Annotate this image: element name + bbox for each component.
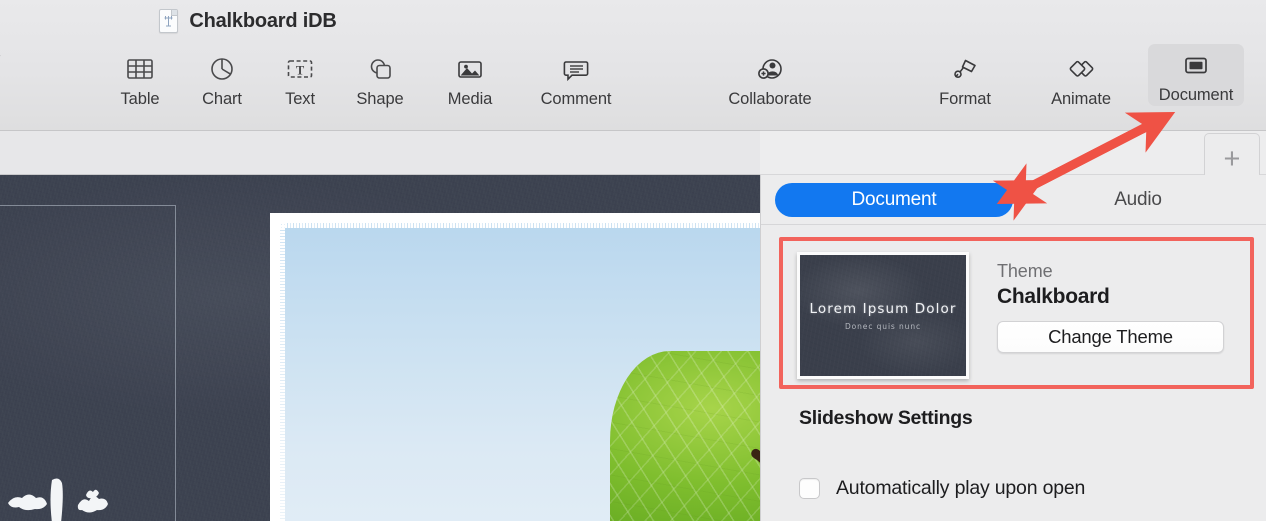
toolbar-item-collaborate[interactable]: Collaborate bbox=[722, 44, 818, 109]
toolbar-item-animate[interactable]: Animate bbox=[1033, 44, 1129, 109]
toolbar-item-document[interactable]: Document bbox=[1148, 44, 1244, 106]
change-theme-button[interactable]: Change Theme bbox=[997, 321, 1224, 353]
theme-section: Lorem Ipsum Dolor Donec quis nunc Theme … bbox=[779, 237, 1254, 389]
svg-text:T: T bbox=[296, 64, 305, 78]
theme-thumbnail-title: Lorem Ipsum Dolor bbox=[809, 300, 957, 317]
theme-thumbnail[interactable]: Lorem Ipsum Dolor Donec quis nunc bbox=[797, 252, 969, 379]
theme-info: Theme Chalkboard Change Theme bbox=[997, 261, 1237, 353]
toolbar-item-label: Collaborate bbox=[728, 90, 812, 108]
toolbar-item-label: Text bbox=[285, 90, 315, 108]
toolbar-item-label: Animate bbox=[1051, 90, 1111, 108]
torn-edge-left bbox=[276, 213, 285, 521]
panel-header-strip bbox=[760, 131, 1266, 175]
toolbar-item-label: Media bbox=[447, 90, 493, 108]
toolbar: Chalkboard iDB ow bbox=[0, 0, 1266, 156]
auto-play-row[interactable]: Automatically play upon open bbox=[799, 477, 1085, 500]
toolbar-item-label: Format bbox=[939, 90, 991, 108]
table-icon bbox=[125, 51, 155, 83]
animate-diamonds-icon bbox=[1066, 51, 1096, 83]
slide-photo[interactable] bbox=[270, 213, 760, 521]
paintbrush-icon bbox=[950, 51, 980, 83]
media-image-icon bbox=[455, 51, 485, 83]
title-bar: Chalkboard iDB bbox=[0, 0, 1266, 42]
toolbar-item-label: Chart bbox=[202, 90, 242, 108]
pie-chart-icon bbox=[207, 51, 237, 83]
slide-canvas[interactable] bbox=[0, 175, 760, 521]
slideshow-settings-title: Slideshow Settings bbox=[799, 407, 973, 429]
keynote-window: Chalkboard iDB ow bbox=[0, 0, 1266, 521]
slide-navigator-strip bbox=[0, 131, 760, 175]
toolbar-icon-row: ow Table bbox=[0, 44, 1266, 124]
toolbar-item-label: Shape bbox=[356, 90, 404, 108]
tab-audio[interactable]: Audio bbox=[1019, 183, 1257, 217]
caterpillar-image bbox=[698, 411, 760, 521]
toolbar-item-format[interactable]: Format bbox=[917, 44, 1013, 109]
toolbar-item-label: Document bbox=[1158, 86, 1234, 104]
collaborate-person-icon bbox=[755, 51, 785, 83]
keynote-document-icon bbox=[159, 9, 179, 33]
toolbar-item-comment[interactable]: Comment bbox=[528, 44, 624, 109]
window-title: Chalkboard iDB bbox=[189, 9, 337, 32]
toolbar-item-label: Table bbox=[120, 90, 160, 108]
comment-bubble-icon bbox=[561, 51, 591, 83]
torn-edge-top bbox=[270, 219, 760, 228]
toolbar-item-label: Comment bbox=[540, 90, 612, 108]
toolbar-item-shape[interactable]: Shape bbox=[332, 44, 428, 109]
document-panel-icon bbox=[1181, 51, 1211, 79]
tab-document[interactable]: Document bbox=[775, 182, 1013, 217]
chalk-drawing bbox=[0, 455, 150, 521]
toolbar-item-clipped[interactable]: ow bbox=[0, 44, 38, 69]
panel-tab-bar: Document Audio bbox=[761, 175, 1266, 225]
auto-play-checkbox[interactable] bbox=[799, 478, 820, 499]
theme-thumbnail-subtitle: Donec quis nunc bbox=[844, 321, 921, 331]
photo-content bbox=[280, 223, 760, 521]
theme-name: Chalkboard bbox=[997, 285, 1110, 308]
inspector-panel: Document Audio Lorem Ipsum Dolor Donec q… bbox=[760, 175, 1266, 521]
toolbar-item-media[interactable]: Media bbox=[422, 44, 518, 109]
auto-play-label: Automatically play upon open bbox=[836, 477, 1086, 499]
plus-icon: + bbox=[1223, 143, 1241, 175]
theme-label: Theme bbox=[997, 261, 1053, 281]
text-box-icon: T bbox=[285, 51, 315, 83]
shapes-icon bbox=[365, 51, 395, 83]
